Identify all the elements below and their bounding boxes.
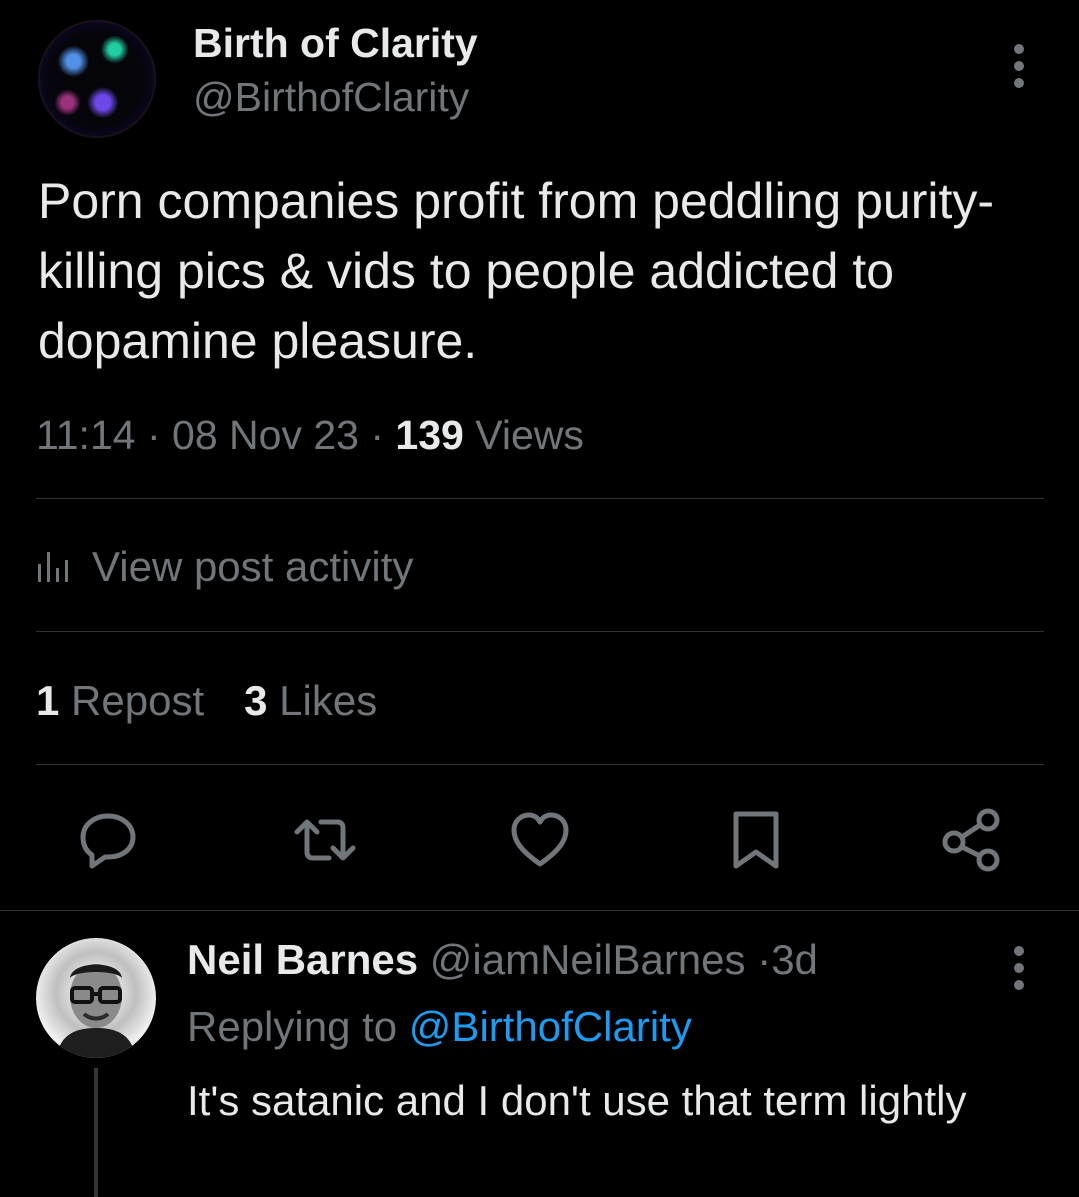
reply-text: It's satanic and I don't use that term l… [187, 1077, 967, 1124]
engagement-stats: 1 Repost 3 Likes [36, 677, 377, 725]
divider [36, 631, 1044, 632]
reply-author-name[interactable]: Neil Barnes [187, 936, 418, 983]
reply-age: 3d [771, 936, 818, 983]
divider [36, 498, 1044, 499]
section-divider [0, 910, 1079, 911]
replying-to-handle-link[interactable]: @BirthofClarity [409, 1003, 692, 1050]
post-meta: 11:14 · 08 Nov 23 · 139 Views [36, 412, 584, 458]
reply-header: Neil Barnes @iamNeilBarnes ·3d [187, 936, 818, 983]
post-text: Porn companies profit from peddling puri… [38, 173, 995, 369]
author-handle[interactable]: @BirthofClarity [193, 74, 469, 121]
reply-author-handle[interactable]: @iamNeilBarnes [430, 936, 746, 983]
share-icon[interactable] [940, 808, 1004, 872]
reply-author-avatar[interactable] [36, 938, 156, 1058]
divider [36, 764, 1044, 765]
replying-to: Replying to @BirthofClarity [187, 1003, 692, 1050]
post-date: 08 Nov 23 [172, 412, 359, 458]
likes-stat[interactable]: 3 Likes [244, 677, 377, 725]
bookmark-icon[interactable] [724, 808, 788, 872]
more-options-icon[interactable] [1014, 44, 1026, 95]
reply-more-options-icon[interactable] [1014, 946, 1026, 997]
reply-icon[interactable] [76, 808, 140, 872]
views-label: Views [475, 412, 584, 458]
analytics-icon [38, 552, 68, 582]
repost-icon[interactable] [293, 808, 357, 872]
thread-line [94, 1068, 98, 1197]
like-icon[interactable] [508, 808, 572, 872]
author-avatar[interactable] [38, 20, 156, 138]
reposts-stat[interactable]: 1 Repost [36, 677, 204, 725]
view-activity-link[interactable]: View post activity [36, 543, 413, 591]
post-time: 11:14 [36, 412, 136, 458]
views-count: 139 [395, 412, 464, 458]
view-activity-label: View post activity [92, 543, 414, 590]
author-name[interactable]: Birth of Clarity [193, 20, 478, 67]
